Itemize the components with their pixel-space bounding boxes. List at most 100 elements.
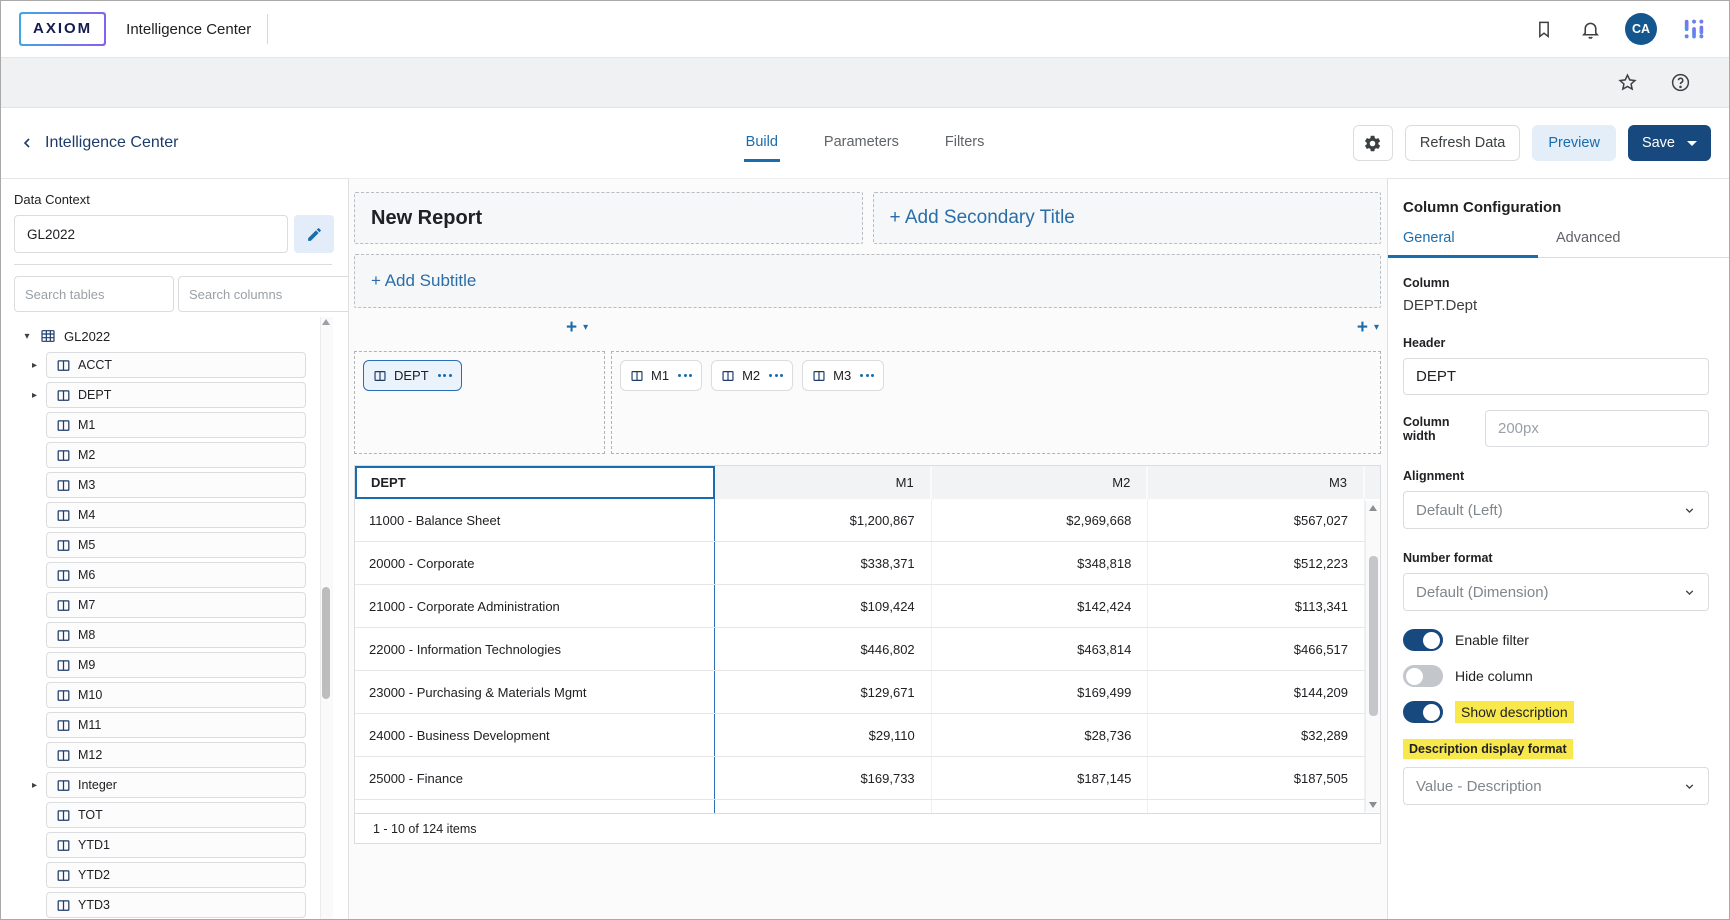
- tree-column-box[interactable]: Integer: [46, 772, 306, 798]
- tree-column-box[interactable]: M11: [46, 712, 306, 738]
- notifications-button[interactable]: [1578, 17, 1603, 42]
- tab-general[interactable]: General: [1403, 230, 1556, 258]
- column-fields-dropzone[interactable]: M1 M2 M3: [611, 351, 1381, 454]
- grid-scrollbar-thumb[interactable]: [1369, 556, 1378, 716]
- tree-column-item-m12: ▸ M12: [14, 742, 348, 768]
- field-chip-m1[interactable]: M1: [620, 360, 702, 391]
- tree-root-gl2022[interactable]: ▾ GL2022: [14, 324, 348, 348]
- tree-column-item-dept: ▸ DEPT: [14, 382, 348, 408]
- tree-column-label: YTD2: [78, 868, 110, 882]
- scroll-up-icon[interactable]: [322, 319, 330, 325]
- add-column-button[interactable]: + ▾: [1357, 318, 1379, 337]
- tree-column-box[interactable]: M5: [46, 532, 306, 558]
- tree-column-box[interactable]: M4: [46, 502, 306, 528]
- add-row-column-button[interactable]: + ▾: [566, 318, 588, 337]
- grid-header-m2[interactable]: M2: [932, 466, 1149, 499]
- tree-column-box[interactable]: M12: [46, 742, 306, 768]
- user-avatar[interactable]: CA: [1625, 13, 1657, 45]
- column-width-input[interactable]: [1485, 410, 1709, 447]
- description-format-select[interactable]: Value - Description: [1403, 767, 1709, 805]
- grid-header-m3[interactable]: M3: [1148, 466, 1365, 499]
- refresh-data-button[interactable]: Refresh Data: [1405, 125, 1520, 161]
- chip-menu-icon[interactable]: [860, 374, 874, 377]
- chip-menu-icon[interactable]: [438, 374, 452, 377]
- tree-column-box[interactable]: M2: [46, 442, 306, 468]
- tree-column-box[interactable]: ACCT: [46, 352, 306, 378]
- sidebar-scrollbar[interactable]: [320, 317, 333, 920]
- caret-right-icon[interactable]: ▸: [32, 390, 42, 401]
- grid-row[interactable]: 25000 - Finance $169,733 $187,145 $187,5…: [355, 757, 1380, 800]
- edit-data-context-button[interactable]: [294, 215, 334, 253]
- scroll-up-icon[interactable]: [1369, 505, 1377, 511]
- grid-row[interactable]: 23000 - Purchasing & Materials Mgmt $129…: [355, 671, 1380, 714]
- tab-advanced[interactable]: Advanced: [1556, 230, 1709, 258]
- add-secondary-title-box[interactable]: + Add Secondary Title: [873, 192, 1382, 244]
- tree-column-box[interactable]: M6: [46, 562, 306, 588]
- tree-column-box[interactable]: M3: [46, 472, 306, 498]
- search-columns-input[interactable]: [178, 276, 349, 312]
- preview-button[interactable]: Preview: [1532, 125, 1616, 161]
- column-width-label: Column width: [1403, 415, 1485, 443]
- sidebar-scrollbar-thumb[interactable]: [322, 587, 330, 699]
- caret-down-icon[interactable]: ▾: [1374, 322, 1379, 333]
- tree-column-box[interactable]: M1: [46, 412, 306, 438]
- scroll-down-icon[interactable]: [1369, 802, 1377, 808]
- field-chip-m2[interactable]: M2: [711, 360, 793, 391]
- report-settings-button[interactable]: [1353, 125, 1393, 161]
- save-button[interactable]: Save: [1628, 125, 1711, 161]
- tree-column-box[interactable]: DEPT: [46, 382, 306, 408]
- axiom-logo[interactable]: AXIOM: [19, 12, 106, 46]
- grid-row[interactable]: 11000 - Balance Sheet $1,200,867 $2,969,…: [355, 499, 1380, 542]
- number-format-select[interactable]: Default (Dimension): [1403, 573, 1709, 611]
- row-fields-dropzone[interactable]: DEPT: [354, 351, 605, 454]
- bookmark-button[interactable]: [1532, 17, 1556, 41]
- tree-column-box[interactable]: YTD2: [46, 862, 306, 888]
- grid-cell-dept: 21000 - Corporate Administration: [355, 585, 715, 627]
- caret-down-icon[interactable]: ▾: [22, 331, 32, 342]
- tree-column-box[interactable]: YTD3: [46, 892, 306, 918]
- tree-column-box[interactable]: M10: [46, 682, 306, 708]
- apps-grid-button[interactable]: [1679, 14, 1709, 44]
- data-context-input[interactable]: [14, 215, 288, 253]
- grid-scrollbar[interactable]: [1365, 501, 1380, 812]
- caret-right-icon[interactable]: ▸: [32, 780, 42, 791]
- grid-row[interactable]: 24000 - Business Development $29,110 $28…: [355, 714, 1380, 757]
- alignment-select[interactable]: Default (Left): [1403, 491, 1709, 529]
- grid-row[interactable]: 20000 - Corporate $338,371 $348,818 $512…: [355, 542, 1380, 585]
- report-title-box[interactable]: New Report: [354, 192, 863, 244]
- report-title: New Report: [371, 207, 482, 230]
- tab-build[interactable]: Build: [744, 124, 780, 162]
- tree-column-box[interactable]: M7: [46, 592, 306, 618]
- grid-row[interactable]: 22000 - Information Technologies $446,80…: [355, 628, 1380, 671]
- chip-menu-icon[interactable]: [769, 374, 783, 377]
- caret-down-icon[interactable]: ▾: [583, 322, 588, 333]
- favorite-button[interactable]: [1615, 70, 1640, 95]
- tree-column-label: Integer: [78, 778, 117, 792]
- field-chip-m3[interactable]: M3: [802, 360, 884, 391]
- tree-column-box[interactable]: YTD1: [46, 832, 306, 858]
- plus-icon: +: [1357, 318, 1368, 337]
- save-dropdown-caret-icon[interactable]: [1687, 141, 1697, 146]
- back-link[interactable]: Intelligence Center: [19, 134, 744, 152]
- chip-menu-icon[interactable]: [678, 374, 692, 377]
- search-tables-input[interactable]: [14, 276, 174, 312]
- grid-header-dept[interactable]: DEPT: [355, 466, 715, 499]
- add-subtitle-box[interactable]: + Add Subtitle: [354, 254, 1381, 308]
- toggle-hide-column[interactable]: [1403, 665, 1443, 687]
- toggle-show-description[interactable]: [1403, 701, 1443, 723]
- grid-header-m1[interactable]: M1: [715, 466, 932, 499]
- column-icon: [56, 718, 71, 733]
- caret-right-icon[interactable]: ▸: [32, 360, 42, 371]
- toggle-enable-filter[interactable]: [1403, 629, 1443, 651]
- tree-column-box[interactable]: M8: [46, 622, 306, 648]
- field-chip-dept[interactable]: DEPT: [363, 360, 462, 391]
- tab-filters[interactable]: Filters: [943, 124, 986, 162]
- axiom-logo-text: AXIOM: [33, 20, 92, 37]
- tree-column-box[interactable]: M9: [46, 652, 306, 678]
- grid-row[interactable]: 21000 - Corporate Administration $109,42…: [355, 585, 1380, 628]
- tab-parameters[interactable]: Parameters: [822, 124, 901, 162]
- tree-column-box[interactable]: TOT: [46, 802, 306, 828]
- header-input[interactable]: [1403, 358, 1709, 395]
- grid-body: 11000 - Balance Sheet $1,200,867 $2,969,…: [355, 499, 1380, 800]
- help-button[interactable]: [1668, 70, 1693, 95]
